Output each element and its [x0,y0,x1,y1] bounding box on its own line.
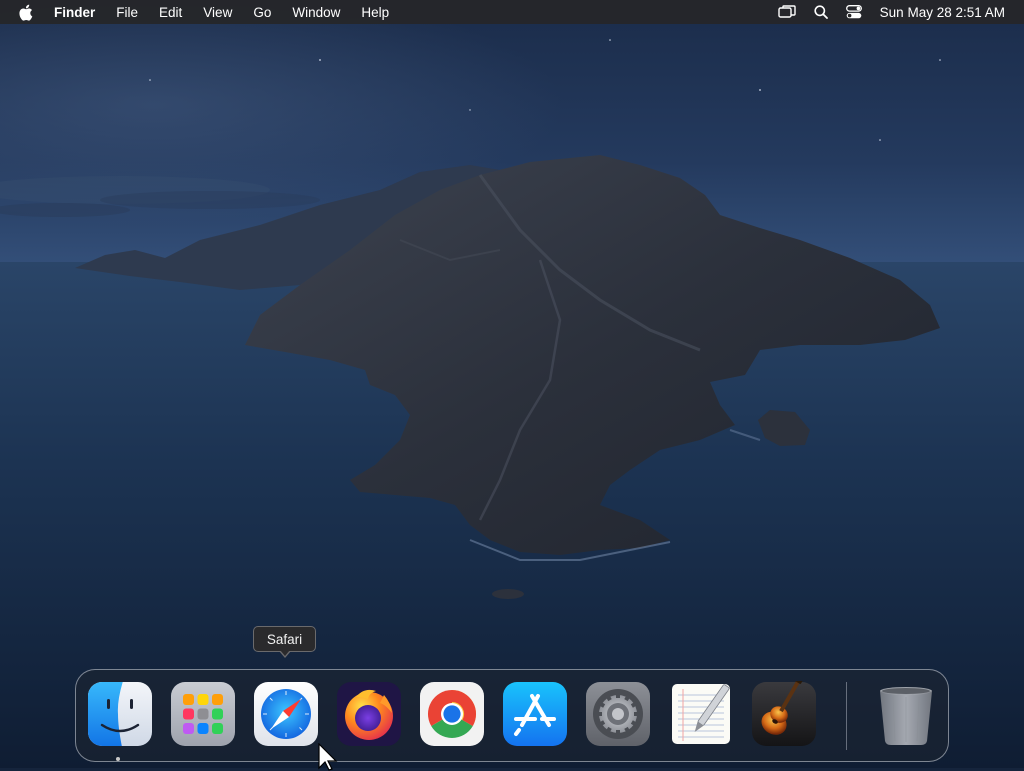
dock-tooltip: Safari [253,626,316,652]
menu-bar-clock[interactable]: Sun May 28 2:51 AM [880,5,1005,20]
mouse-cursor-icon [318,743,338,771]
textedit-icon [672,684,730,744]
dock-item-finder[interactable] [87,681,153,747]
menu-edit[interactable]: Edit [159,5,182,20]
menu-window[interactable]: Window [292,5,340,20]
spotlight-search-icon[interactable] [814,5,828,19]
menu-go[interactable]: Go [253,5,271,20]
dock-item-system-preferences[interactable] [585,681,651,747]
dock-item-textedit[interactable] [668,681,734,747]
app-store-icon [503,682,567,746]
desktop-wallpaper [0,0,1024,768]
garageband-icon [752,681,816,746]
firefox-icon [337,682,401,746]
menu-bar: Finder File Edit View Go Window Help Sun… [0,0,1024,24]
dock-item-trash[interactable] [873,681,939,747]
dock-item-garageband[interactable] [751,681,817,747]
dock-divider [846,682,847,750]
launchpad-icon [171,682,235,746]
chrome-icon [420,682,484,746]
system-preferences-icon [586,682,650,746]
control-center-icon[interactable] [845,5,862,19]
apple-menu-icon[interactable] [18,3,36,21]
safari-icon [254,682,318,746]
menu-bar-status-area: Sun May 28 2:51 AM [777,0,1024,24]
dock [75,669,949,762]
dock-item-safari[interactable] [253,681,319,747]
menu-view[interactable]: View [203,5,232,20]
dock-item-firefox[interactable] [336,681,402,747]
menu-file[interactable]: File [116,5,138,20]
dock-tooltip-arrow-inner [280,650,290,656]
dock-item-launchpad[interactable] [170,681,236,747]
dock-item-chrome[interactable] [419,681,485,747]
dock-item-app-store[interactable] [502,681,568,747]
menu-help[interactable]: Help [361,5,389,20]
menu-app-name[interactable]: Finder [54,5,95,20]
finder-icon [88,682,152,746]
screen-mirroring-icon[interactable] [777,5,796,19]
trash-icon [880,687,932,745]
dock-running-indicator-finder [116,757,120,761]
